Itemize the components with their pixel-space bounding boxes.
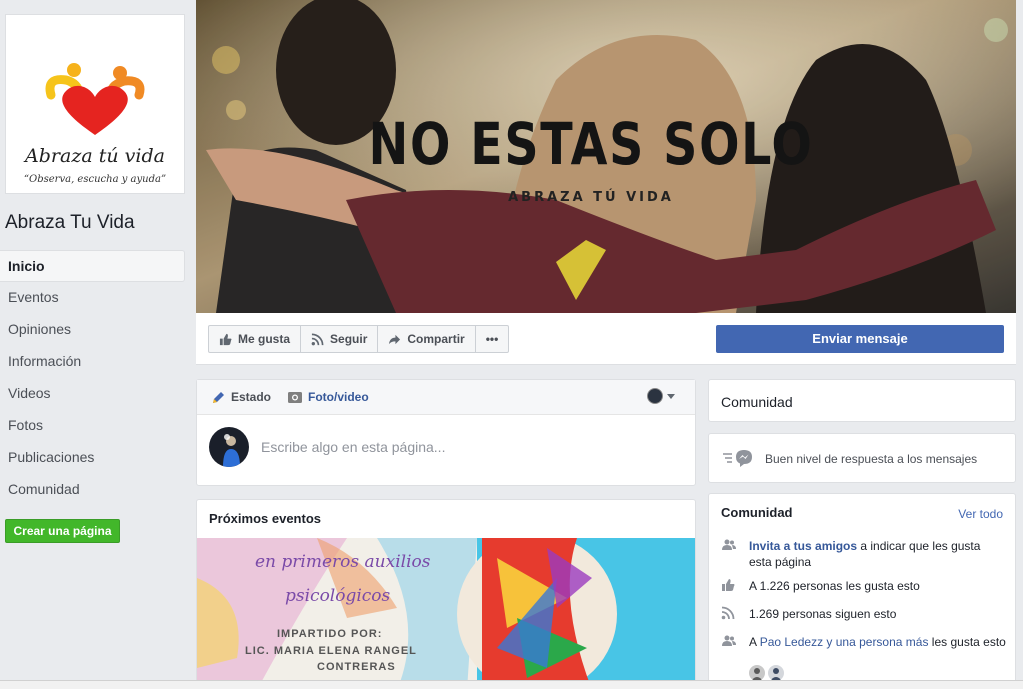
nav-item-fotos[interactable]: Fotos [0,410,185,442]
friends-prefix: A [749,635,760,649]
community-tab-label: Comunidad [721,394,793,410]
see-all-link[interactable]: Ver todo [958,507,1003,521]
page-actions: Me gusta Seguir Compartir ••• [208,325,510,353]
tab-photo-video-label: Foto/video [308,390,369,404]
create-page-button[interactable]: Crear una página [5,519,120,543]
events-title: Próximos eventos [209,511,321,526]
nav-item-informacion[interactable]: Información [0,346,185,378]
nav-item-opiniones[interactable]: Opiniones [0,314,185,346]
logo-tagline: “Observa, escucha y ayuda” [24,174,166,185]
thumbs-up-icon [219,333,232,346]
nav-item-publicaciones[interactable]: Publicaciones [0,442,185,474]
like-button-label: Me gusta [238,332,291,346]
page-nav: Inicio Eventos Opiniones Información Vid… [0,250,185,506]
likes-count-text: A 1.226 personas les gusta esto [749,579,920,593]
nav-item-eventos[interactable]: Eventos [0,282,185,314]
left-column: Abraza tú vida “Observa, escucha y ayuda… [0,0,196,689]
cover-title: NO ESTAS SOLO [368,110,814,178]
event-text-line: CONTRERAS [317,661,396,673]
friends-like-row: A Pao Ledezz y una persona más les gusta… [721,634,1006,650]
invite-friends-link[interactable]: Invita a tus amigos [749,539,857,553]
community-card: Comunidad Ver todo Invita a tus amigos a… [708,493,1016,689]
response-rate-text: Buen nivel de respuesta a los mensajes [765,452,978,466]
thumbs-up-icon [721,578,735,596]
nav-item-comunidad[interactable]: Comunidad [0,474,185,506]
share-button[interactable]: Compartir [378,326,476,352]
page-logo[interactable]: Abraza tú vida “Observa, escucha y ayuda… [5,14,185,194]
people-icon [721,538,737,556]
rss-icon [311,333,324,346]
more-options-button[interactable]: ••• [476,326,509,352]
people-icon [721,634,737,652]
response-rate-card: Buen nivel de respuesta a los mensajes [708,433,1016,483]
avatar [647,388,663,404]
avatar [209,427,249,467]
event-text-line: IMPARTIDO POR: [277,628,383,640]
invite-row: Invita a tus amigos a indicar que les gu… [721,538,1006,570]
bottom-bar [0,680,1023,689]
follow-button[interactable]: Seguir [301,326,379,352]
logo-text: Abraza tú vida [23,145,165,167]
friend-avatars [749,665,784,681]
post-as-selector[interactable] [647,388,675,404]
event-text-line: en primeros auxilios [255,552,431,572]
page-action-bar: Me gusta Seguir Compartir ••• Enviar men… [196,313,1016,365]
likes-row: A 1.226 personas les gusta esto [721,578,1006,594]
avatar[interactable] [768,665,784,681]
friends-link[interactable]: Pao Ledezz y una persona más [760,635,929,649]
nav-item-videos[interactable]: Videos [0,378,185,410]
pencil-icon [211,390,226,405]
like-button[interactable]: Me gusta [209,326,302,352]
upcoming-events-card: Próximos eventos en primeros auxilios ps… [196,499,696,689]
composer-body[interactable]: Escribe algo en esta página... [197,415,695,485]
post-input[interactable]: Escribe algo en esta página... [261,439,445,455]
tab-status-label: Estado [231,390,272,404]
composer-tabs: Estado Foto/video [197,380,695,415]
tab-status[interactable]: Estado [211,390,271,405]
share-button-label: Compartir [407,332,465,346]
cover-photo[interactable]: NO ESTAS SOLO ABRAZA TÚ VIDA [196,0,1016,313]
event-text-line: psicológicos [285,586,391,606]
follows-count-text: 1.269 personas siguen esto [749,607,897,621]
rss-icon [721,606,735,624]
community-tab-card[interactable]: Comunidad [708,379,1016,422]
follows-row: 1.269 personas siguen esto [721,606,1006,622]
follow-button-label: Seguir [330,332,368,346]
event-image[interactable]: en primeros auxilios psicológicos IMPART… [197,534,695,688]
avatar[interactable] [749,665,765,681]
post-composer: Estado Foto/video Escribe algo en esta p… [196,379,696,486]
event-text-line: LIC. MARIA ELENA RANGEL [245,645,417,657]
messenger-icon [723,448,753,471]
nav-item-inicio[interactable]: Inicio [0,250,185,282]
community-title: Comunidad [721,505,793,520]
chevron-down-icon [667,393,675,399]
camera-icon [287,390,303,404]
page-title[interactable]: Abraza Tu Vida [5,212,135,234]
share-arrow-icon [388,333,401,346]
send-message-button[interactable]: Enviar mensaje [716,325,1004,353]
tab-photo-video[interactable]: Foto/video [287,390,369,404]
friends-suffix: les gusta esto [928,635,1006,649]
cover-subtitle: ABRAZA TÚ VIDA [508,190,674,205]
